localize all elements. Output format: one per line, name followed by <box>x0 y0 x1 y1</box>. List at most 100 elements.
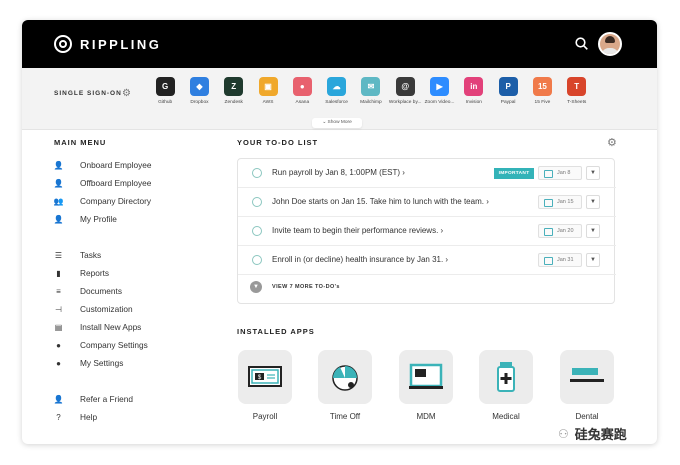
sso-app[interactable]: G Github <box>148 77 182 105</box>
chevron-down-icon[interactable]: ▼ <box>586 224 600 238</box>
sso-app-label: Invision <box>465 100 482 105</box>
important-badge: IMPORTANT <box>494 168 534 179</box>
show-more-button[interactable]: ⌄ Show More <box>312 118 362 128</box>
workplace-icon: @ <box>395 77 415 96</box>
single-sign-on-bar: SINGLE SIGN-ON ⚙ G Github ◆ Dropbox Z Zendesk… <box>22 68 657 130</box>
my-settings-icon: ● <box>56 358 61 368</box>
menu-item-label: Reports <box>80 268 110 278</box>
todo-title: YOUR TO-DO LIST <box>237 138 319 147</box>
sso-app[interactable]: ✉ Mailchimp <box>354 77 388 105</box>
installed-app-label: Dental <box>575 412 599 421</box>
refer-friend-icon: 👤 <box>53 394 64 404</box>
todo-text[interactable]: John Doe starts on Jan 15. Take him to l… <box>272 197 489 206</box>
todo-item[interactable]: Enroll in (or decline) health insurance … <box>238 246 616 275</box>
sso-settings-gear-icon[interactable]: ⚙ <box>122 88 131 99</box>
menu-item-refer-a-friend[interactable]: 👤 Refer a Friend <box>54 390 152 408</box>
menu-item-my-profile[interactable]: 👤 My Profile <box>54 210 152 228</box>
sso-label: SINGLE SIGN-ON <box>54 90 122 97</box>
sso-app[interactable]: ◆ Dropbox <box>182 77 216 105</box>
paypal-icon: P <box>498 77 518 96</box>
sso-app-label: Dropbox <box>190 100 209 105</box>
documents-icon: ≡ <box>56 286 61 296</box>
sso-app-label: Paypal <box>500 100 516 105</box>
todo-checkbox[interactable] <box>252 255 262 265</box>
sso-app-label: T-Sheets <box>567 100 587 105</box>
todo-checkbox[interactable] <box>252 168 262 178</box>
view-more-todos[interactable]: ▼ VIEW 7 MORE TO-DO's <box>250 281 340 293</box>
mdm-icon <box>399 350 453 404</box>
todo-checkbox[interactable] <box>252 197 262 207</box>
sso-app[interactable]: @ Workplace by... <box>388 77 422 105</box>
sso-app[interactable]: ▣ AWS <box>251 77 285 105</box>
app-window: RIPPLING SINGLE SIGN-ON ⚙ G Github ◆ Dropbo… <box>22 20 657 444</box>
menu-item-company-directory[interactable]: 👥 Company Directory <box>54 192 152 210</box>
installed-app-time-off[interactable]: Time Off <box>317 350 373 421</box>
installed-apps-title: INSTALLED APPS <box>237 327 315 336</box>
menu-item-label: Onboard Employee <box>80 160 152 170</box>
profile-icon: 👤 <box>53 214 64 224</box>
installed-app-mdm[interactable]: MDM <box>398 350 454 421</box>
sso-app[interactable]: P Paypal <box>491 77 525 105</box>
installed-app-payroll[interactable]: $ Payroll <box>237 350 293 421</box>
menu-item-help[interactable]: ? Help <box>54 408 152 426</box>
due-date-field[interactable]: Jan 8 <box>538 166 582 180</box>
chevron-down-icon[interactable]: ▼ <box>586 166 600 180</box>
reports-icon: ▮ <box>56 268 61 278</box>
menu-item-install-new-apps[interactable]: ▤ Install New Apps <box>54 318 152 336</box>
todo-item[interactable]: John Doe starts on Jan 15. Take him to l… <box>238 188 616 217</box>
sso-app[interactable]: in Invision <box>457 77 491 105</box>
installed-app-dental[interactable]: Dental <box>559 350 615 421</box>
todo-text[interactable]: Enroll in (or decline) health insurance … <box>272 255 448 264</box>
search-icon[interactable] <box>575 37 588 50</box>
sso-app[interactable]: ☁ Salesforce <box>319 77 353 105</box>
fifteen-five-icon: 15 <box>532 77 552 96</box>
menu-item-offboard-employee[interactable]: 👤 Offboard Employee <box>54 174 152 192</box>
menu-item-documents[interactable]: ≡ Documents <box>54 282 152 300</box>
installed-app-label: MDM <box>416 412 436 421</box>
menu-item-reports[interactable]: ▮ Reports <box>54 264 152 282</box>
menu-item-label: Install New Apps <box>80 322 142 332</box>
sso-app[interactable]: 15 15 Five <box>525 77 559 105</box>
installed-apps-section: INSTALLED APPS $ Payroll Time Off MDM Me… <box>237 327 614 421</box>
wechat-icon: ⚇ <box>558 426 569 441</box>
chevron-down-icon[interactable]: ▼ <box>586 253 600 267</box>
todo-settings-gear-icon[interactable]: ⚙ <box>607 136 617 149</box>
todo-text[interactable]: Invite team to begin their performance r… <box>272 226 443 235</box>
menu-item-onboard-employee[interactable]: 👤 Onboard Employee <box>54 156 152 174</box>
view-more-label: VIEW 7 MORE TO-DO's <box>272 284 340 290</box>
menu-item-label: Offboard Employee <box>80 178 152 188</box>
main-menu-items: 👤 Onboard Employee 👤 Offboard Employee 👥 Comp… <box>54 156 152 426</box>
menu-spacer <box>54 372 152 390</box>
zendesk-icon: Z <box>224 77 244 96</box>
dropbox-icon: ◆ <box>189 77 209 96</box>
sso-app[interactable]: ● Asana <box>285 77 319 105</box>
due-date-field[interactable]: Jan 15 <box>538 195 582 209</box>
todo-checkbox[interactable] <box>252 226 262 236</box>
menu-item-tasks[interactable]: ☰ Tasks <box>54 246 152 264</box>
sso-app-label: Asana <box>295 100 310 105</box>
due-date-field[interactable]: Jan 20 <box>538 224 582 238</box>
menu-item-customization[interactable]: ⊣ Customization <box>54 300 152 318</box>
salesforce-icon: ☁ <box>327 77 347 96</box>
due-date-field[interactable]: Jan 31 <box>538 253 582 267</box>
sso-app[interactable]: ▶ Zoom Video... <box>422 77 456 105</box>
rippling-logo-icon <box>54 35 72 53</box>
sso-app-label: Salesforce <box>325 100 348 105</box>
todo-list: Enroll in (or decline) health insurance … <box>237 158 616 304</box>
installed-app-label: Time Off <box>329 412 361 421</box>
main-menu: MAIN MENU 👤 Onboard Employee 👤 Offboard Emp… <box>54 138 152 426</box>
avatar[interactable] <box>598 32 622 56</box>
todo-item[interactable]: Invite team to begin their performance r… <box>238 217 616 246</box>
brand-logo[interactable]: RIPPLING <box>54 35 161 53</box>
installed-app-label: Payroll <box>252 412 278 421</box>
sso-app[interactable]: Z Zendesk <box>217 77 251 105</box>
sso-app-list: G Github ◆ Dropbox Z Zendesk ▣ AWS ● Asana ☁ Salesf… <box>148 77 594 105</box>
chevron-down-icon[interactable]: ▼ <box>586 195 600 209</box>
sso-app[interactable]: T T-Sheets <box>560 77 594 105</box>
installed-app-medical[interactable]: Medical <box>478 350 534 421</box>
menu-item-company-settings[interactable]: ● Company Settings <box>54 336 152 354</box>
todo-item[interactable]: Run payroll by Jan 8, 1:00PM (EST) › IMPO… <box>238 159 616 188</box>
todo-text[interactable]: Run payroll by Jan 8, 1:00PM (EST) › <box>272 168 405 177</box>
main-menu-title: MAIN MENU <box>54 138 107 147</box>
menu-item-my-settings[interactable]: ● My Settings <box>54 354 152 372</box>
